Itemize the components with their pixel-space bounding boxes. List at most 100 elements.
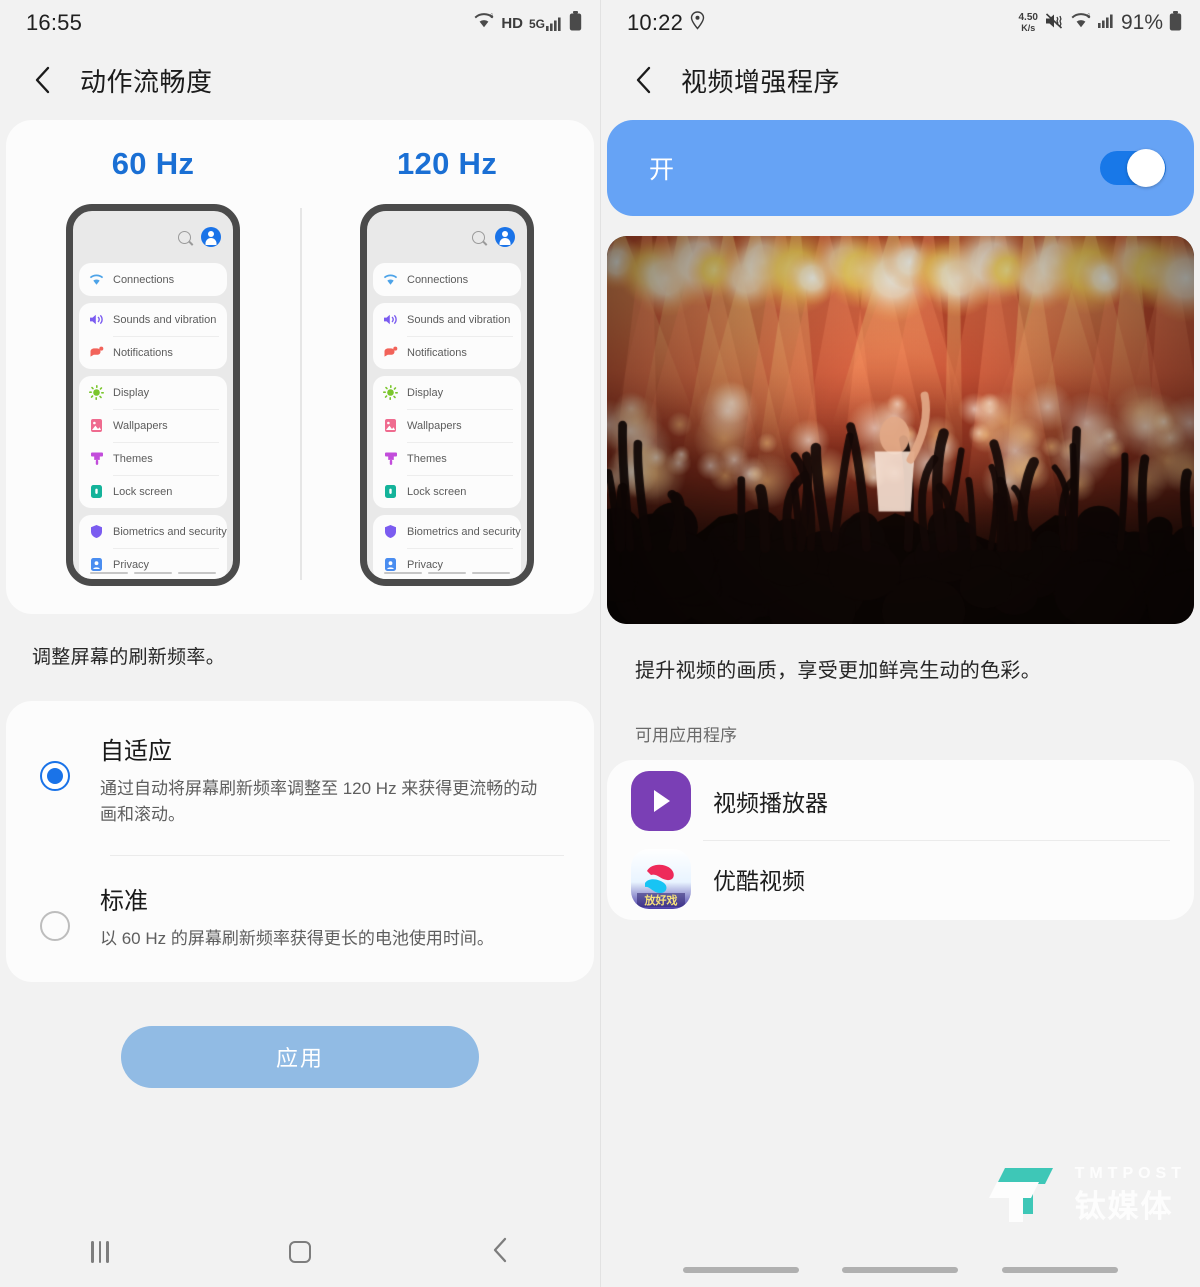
rate-label-60: 60 Hz [112,146,194,181]
settings-row-label: Wallpapers [407,420,462,432]
settings-row[interactable]: Lock screen [373,475,521,508]
settings-group: Display Wallpapers Themes Lock screen [79,376,227,508]
apply-button-row: 应用 [0,1026,600,1088]
settings-group: Sounds and vibration Notifications [79,303,227,369]
lock-icon [383,484,398,499]
settings-row-label: Wallpapers [113,420,168,432]
settings-row[interactable]: Display [373,376,521,409]
radio-standard[interactable] [40,911,70,941]
settings-row[interactable]: Privacy [373,548,521,581]
settings-row[interactable]: Notifications [373,336,521,369]
gesture-bar[interactable] [683,1267,799,1273]
back-button-left[interactable] [28,65,58,95]
settings-row-label: Biometrics and security [407,526,521,538]
bell-icon [383,345,398,360]
back-icon [490,1237,510,1268]
right-phone-screen: 10:22 4.50K/s 6 91% [600,0,1200,1287]
video-enhancer-switch[interactable] [1100,151,1166,185]
gesture-bar[interactable] [1002,1267,1118,1273]
phone-mockup-60hz: Connections Sounds and vibration Notific… [66,204,240,586]
settings-row[interactable]: Lock screen [79,475,227,508]
settings-row-label: Display [407,387,443,399]
settings-group: Connections [79,263,227,296]
back-button-right[interactable] [629,65,659,95]
settings-row[interactable]: Sounds and vibration [373,303,521,336]
network-speed-indicator: 4.50K/s [1019,13,1038,33]
phone-mockup-120hz: Connections Sounds and vibration Notific… [360,204,534,586]
list-item[interactable]: 放好戏 优酷视频 [607,840,1194,918]
recents-button[interactable] [0,1241,200,1263]
app-name: 优酷视频 [713,862,805,896]
settings-row[interactable]: Themes [79,442,227,475]
tmtpost-watermark: TMTPOST 钛媒体 [987,1156,1186,1235]
refresh-rate-preview-card: 60 Hz 120 Hz Connections Sounds and vibr… [6,120,594,614]
settings-row-label: Privacy [113,559,149,571]
status-bar-right: 10:22 4.50K/s 6 91% [601,0,1200,46]
recents-icon [91,1241,109,1263]
settings-row[interactable]: Biometrics and security [79,515,227,548]
list-item[interactable]: 视频播放器 [607,762,1194,840]
5g-signal-icon: 5G [529,16,563,31]
page-title-right: 视频增强程序 [681,62,840,99]
wifi-icon [383,272,398,287]
gesture-bar[interactable] [842,1267,958,1273]
svg-text:6: 6 [1087,14,1091,20]
settings-row[interactable]: Wallpapers [79,409,227,442]
youku-icon: 放好戏 [631,849,691,909]
settings-row[interactable]: Connections [373,263,521,296]
app-name: 视频播放器 [713,784,828,818]
mock-nav-hints [73,572,233,575]
avatar[interactable] [495,227,515,247]
settings-row-label: Display [113,387,149,399]
option-adaptive[interactable]: 自适应 通过自动将屏幕刷新频率调整至 120 Hz 来获得更流畅的动画和滚动。 [6,705,594,855]
option-standard[interactable]: 标准 以 60 Hz 的屏幕刷新频率获得更长的电池使用时间。 [6,855,594,978]
apply-button[interactable]: 应用 [121,1026,479,1088]
shield-icon [383,524,398,539]
settings-row[interactable]: Biometrics and security [373,515,521,548]
mock-nav-hints [367,572,527,575]
avatar[interactable] [201,227,221,247]
option-adaptive-title: 自适应 [100,731,545,766]
settings-row-label: Notifications [113,347,173,359]
available-apps-card: 视频播放器 放好戏 优酷视频 [607,760,1194,920]
battery-icon [569,11,582,36]
gesture-hint-bars [601,1267,1200,1273]
settings-row[interactable]: Connections [79,263,227,296]
search-icon[interactable] [178,231,191,244]
settings-row[interactable]: Sounds and vibration [79,303,227,336]
settings-row[interactable]: Notifications [79,336,227,369]
phone-mockups: Connections Sounds and vibration Notific… [6,204,594,586]
home-button[interactable] [200,1241,400,1263]
settings-row[interactable]: Wallpapers [373,409,521,442]
refresh-rate-options-card: 自适应 通过自动将屏幕刷新频率调整至 120 Hz 来获得更流畅的动画和滚动。 … [6,701,594,982]
settings-row-label: Themes [407,453,447,465]
svg-text:6: 6 [490,14,494,20]
settings-row-label: Privacy [407,559,443,571]
settings-row-label: Connections [113,274,174,286]
brightness-icon [89,385,104,400]
battery-icon [1169,11,1182,36]
brush-icon [89,451,104,466]
settings-row[interactable]: Privacy [79,548,227,581]
bell-icon [89,345,104,360]
back-nav-button[interactable] [400,1237,600,1268]
status-icons-left: 6 HD 5G [473,11,582,36]
image-icon [383,418,398,433]
option-standard-desc: 以 60 Hz 的屏幕刷新频率获得更长的电池使用时间。 [100,926,494,952]
dual-screenshot: 16:55 6 HD 5G 动作流畅度 [0,0,1200,1287]
radio-adaptive[interactable] [40,761,70,791]
image-icon [89,418,104,433]
settings-row-label: Sounds and vibration [113,314,216,326]
mute-icon [1044,12,1064,35]
wifi-icon: 6 [473,12,495,34]
settings-row[interactable]: Themes [373,442,521,475]
search-icon[interactable] [472,231,485,244]
home-icon [289,1241,311,1263]
video-enhancer-toggle-card[interactable]: 开 [607,120,1194,216]
shield-icon [89,524,104,539]
left-phone-screen: 16:55 6 HD 5G 动作流畅度 [0,0,600,1287]
concert-hero-image [607,236,1194,624]
refresh-rate-labels: 60 Hz 120 Hz [6,146,594,182]
settings-row[interactable]: Display [79,376,227,409]
preview-divider [300,208,302,580]
